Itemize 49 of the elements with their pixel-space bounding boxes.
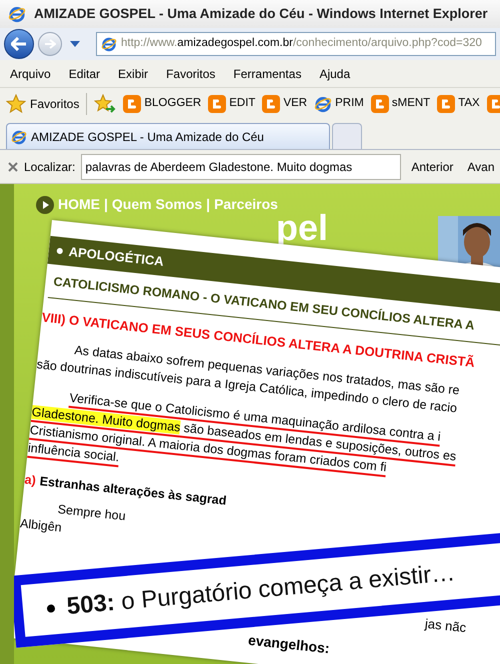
find-button[interactable]: Avan (463, 158, 499, 176)
bullet-icon (46, 604, 56, 613)
browser-logo-icon (314, 95, 332, 113)
favorite-link[interactable]: VER (262, 95, 308, 113)
forward-button[interactable] (38, 32, 62, 56)
browser-logo-icon (101, 36, 117, 52)
menu-item[interactable]: Ajuda (319, 64, 350, 82)
section-title: APOLOGÉTICA (68, 243, 165, 272)
find-label: Localizar: (24, 158, 76, 176)
address-field[interactable]: http://www.amizadegospel.com.br/conhecimento/arquivo.php?cod=320 (96, 32, 496, 56)
blogger-icon (370, 95, 389, 113)
favorite-link[interactable]: BLOGGER (123, 95, 202, 113)
favorite-link[interactable] (486, 95, 500, 113)
favorites-button[interactable]: Favoritos (6, 94, 80, 114)
nav-separator: | (104, 195, 108, 214)
play-icon[interactable] (36, 196, 54, 214)
blogger-icon (208, 95, 226, 113)
menu-item[interactable]: Favoritos (166, 64, 216, 82)
add-favorite-icon[interactable] (94, 94, 116, 114)
back-button[interactable] (4, 29, 34, 59)
dropdown-caret-icon[interactable] (70, 41, 80, 47)
menu-item[interactable]: Exibir (118, 64, 148, 82)
blogger-icon (437, 95, 456, 113)
blogger-icon (123, 95, 142, 113)
menu-item[interactable]: Arquivo (10, 64, 51, 82)
logo-text: pel (276, 210, 328, 246)
browser-tab[interactable]: AMIZADE GOSPEL - Uma Amizade do Céu (6, 123, 330, 149)
forward-arrow-icon (44, 39, 56, 49)
blogger-icon (486, 95, 500, 113)
browser-logo-icon (8, 5, 26, 23)
back-arrow-icon (11, 37, 27, 51)
favorite-link[interactable]: sMENT (370, 95, 430, 113)
find-button[interactable]: Anterior (407, 158, 458, 176)
find-field[interactable]: palavras de Aberdeem Gladestone. Muito dogmas (81, 154, 402, 180)
url-text: http://www.amizadegospel.com.br/conhecimento/arquivo.php?cod=320 (121, 36, 482, 52)
close-icon[interactable] (8, 162, 18, 172)
blogger-icon (262, 95, 280, 113)
subheading-marker: a) (24, 471, 37, 490)
text-fragment: evangelhos: (247, 630, 331, 658)
window-title: AMIZADE GOSPEL - Uma Amizade do Céu - Windows Internet Explorer (34, 4, 488, 23)
menu-item[interactable]: Ferramentas (233, 64, 302, 82)
browser-logo-icon (11, 128, 27, 144)
favorite-link[interactable]: EDIT (208, 95, 256, 113)
menu-item[interactable]: Editar (68, 64, 100, 82)
star-icon (6, 94, 26, 114)
bullet-icon (56, 248, 64, 254)
nav-separator: | (206, 195, 210, 214)
favorite-link[interactable]: TAX (437, 95, 480, 113)
favorite-link[interactable]: PRIM (314, 95, 364, 113)
